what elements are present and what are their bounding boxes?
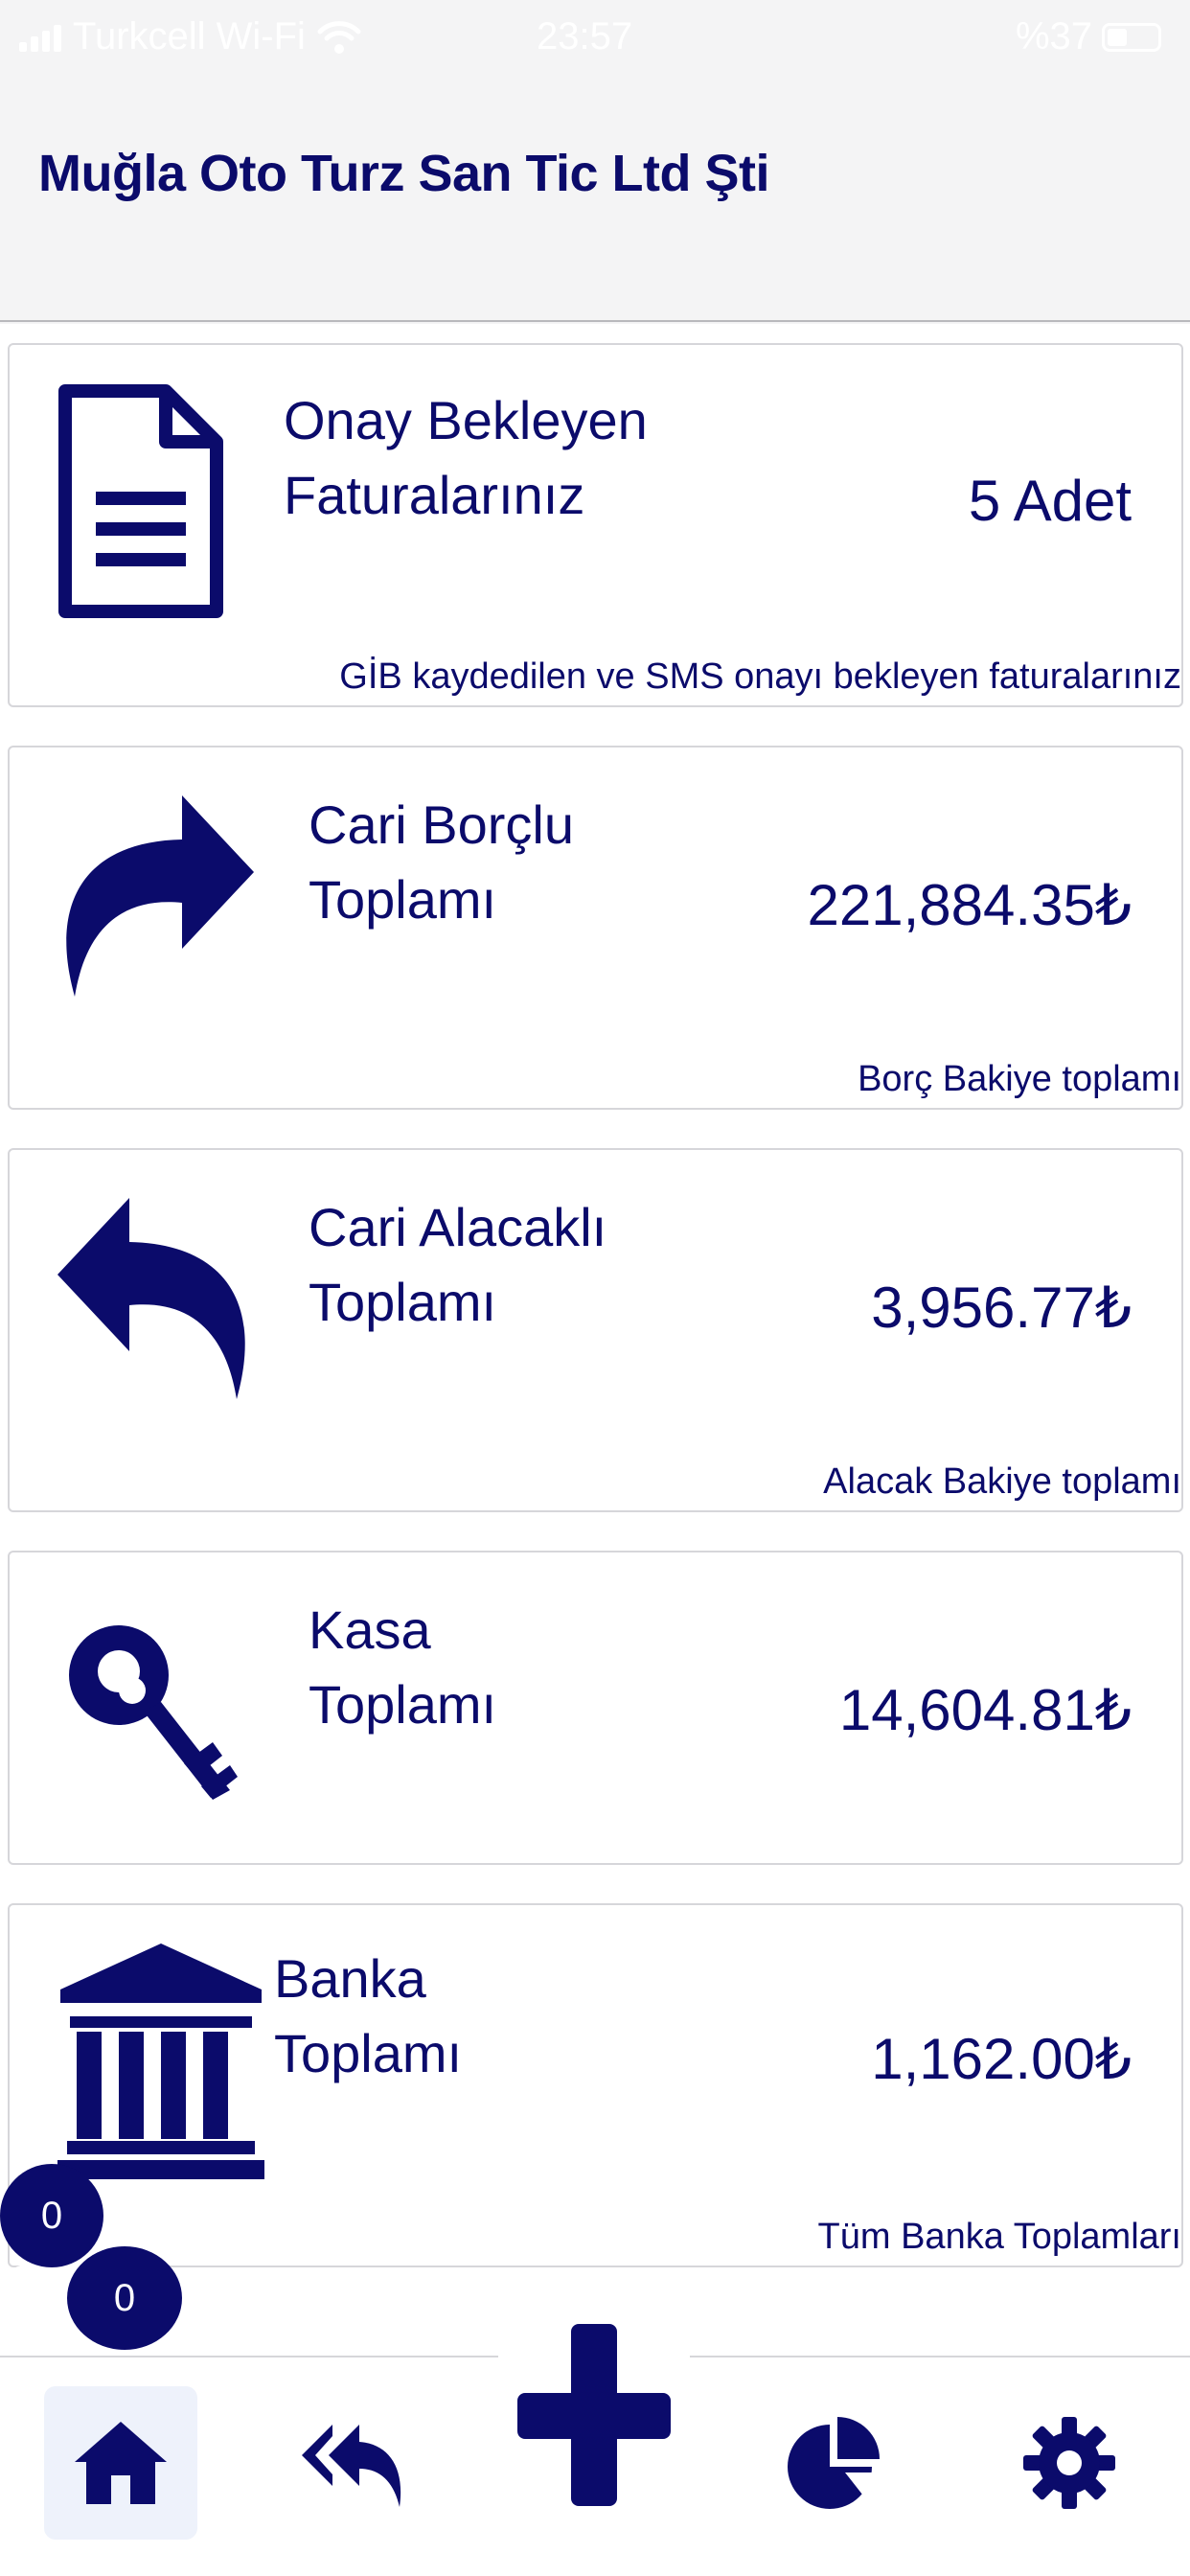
signal-icon [19, 23, 61, 52]
wifi-icon [317, 20, 361, 54]
company-title: Muğla Oto Turz San Tic Ltd Şti [38, 145, 770, 202]
pending-invoices-label: Onay Bekleyen Faturalarınız [284, 390, 648, 525]
pending-invoices-footer: GİB kaydedilen ve SMS onayı bekleyen fat… [339, 656, 1181, 697]
status-bar: Turkcell Wi-Fi 23:57 %37 [0, 0, 1190, 77]
app-header: Muğla Oto Turz San Tic Ltd Şti [0, 77, 1190, 322]
bank-icon [57, 1944, 264, 2179]
chat-widget[interactable]: 0 0 [0, 2164, 192, 2365]
bank-total-label: Banka Toplamı [274, 1948, 463, 2083]
carrier-label: Turkcell Wi-Fi [73, 15, 306, 58]
share-forward-icon [66, 795, 254, 997]
document-icon [58, 384, 223, 618]
bank-total-footer: Tüm Banka Toplamları [817, 2217, 1181, 2257]
tab-transactions[interactable] [276, 2386, 429, 2540]
debit-total-label: Cari Borçlu Toplamı [309, 794, 574, 930]
debit-total-card[interactable]: Cari Borçlu Toplamı 221,884.35₺ Borç Bak… [8, 746, 1183, 1110]
pending-invoices-value: 5 Adet [968, 469, 1132, 533]
pie-chart-icon [788, 2417, 880, 2509]
chat-count-badge-top: 0 [0, 2164, 103, 2267]
reply-all-icon [302, 2425, 401, 2507]
add-button[interactable] [498, 2319, 690, 2511]
key-icon [69, 1625, 238, 1800]
home-icon [75, 2422, 167, 2504]
credit-total-footer: Alacak Bakiye toplamı [823, 1461, 1181, 1502]
clock: 23:57 [537, 15, 633, 58]
plus-icon [517, 2324, 671, 2506]
chat-count-badge-bottom: 0 [67, 2246, 182, 2350]
cash-total-card[interactable]: Kasa Toplamı 14,604.81₺ [8, 1551, 1183, 1865]
gear-icon [1023, 2417, 1115, 2509]
pending-invoices-card[interactable]: Onay Bekleyen Faturalarınız 5 Adet GİB k… [8, 343, 1183, 707]
bottom-tab-bar [0, 2319, 1190, 2576]
battery-icon [1102, 22, 1161, 52]
tab-home[interactable] [44, 2386, 197, 2540]
credit-total-value: 3,956.77₺ [871, 1276, 1132, 1340]
tab-reports[interactable] [757, 2386, 910, 2540]
carrier-info: Turkcell Wi-Fi [19, 15, 361, 58]
credit-total-label: Cari Alacaklı Toplamı [309, 1197, 607, 1332]
battery-status: %37 [1016, 15, 1161, 58]
debit-total-value: 221,884.35₺ [807, 873, 1132, 937]
reply-back-icon [57, 1198, 245, 1399]
cash-total-value: 14,604.81₺ [838, 1678, 1132, 1742]
tab-settings[interactable] [993, 2386, 1146, 2540]
cash-total-label: Kasa Toplamı [309, 1599, 497, 1735]
bank-total-value: 1,162.00₺ [871, 2027, 1132, 2091]
credit-total-card[interactable]: Cari Alacaklı Toplamı 3,956.77₺ Alacak B… [8, 1148, 1183, 1512]
battery-percent: %37 [1015, 15, 1092, 58]
dashboard-content: Onay Bekleyen Faturalarınız 5 Adet GİB k… [0, 324, 1190, 2356]
debit-total-footer: Borç Bakiye toplamı [858, 1059, 1181, 1099]
